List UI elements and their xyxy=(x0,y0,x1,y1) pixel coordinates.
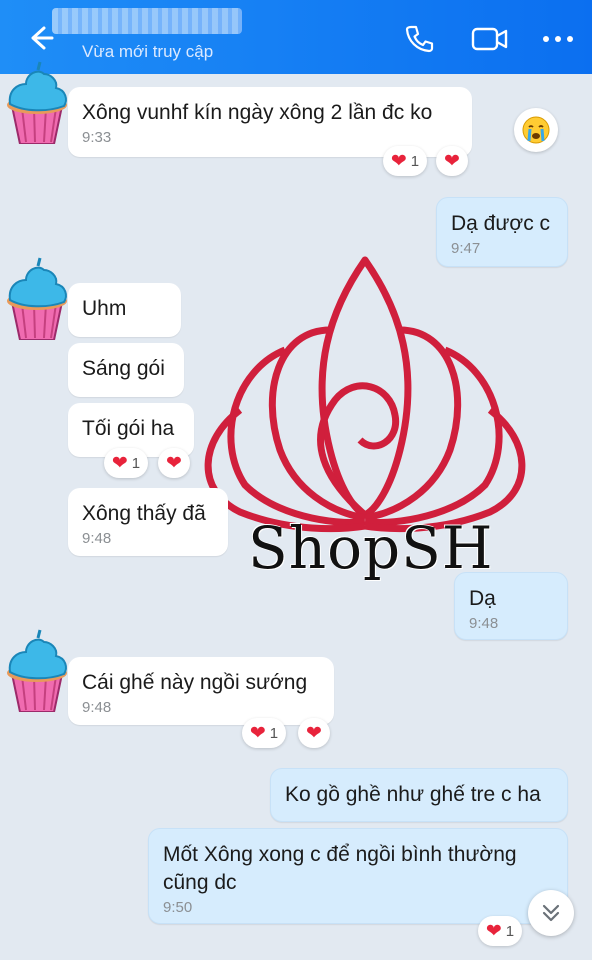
message-text: Dạ được c xyxy=(451,212,551,235)
message-text: Uhm xyxy=(82,297,127,320)
reaction-summary[interactable]: ❤ 1 xyxy=(478,916,522,946)
message-text: Tối gói ha xyxy=(82,417,175,440)
message-text: Ko gồ ghề như ghế tre c ha xyxy=(285,783,541,806)
heart-icon: ❤ xyxy=(306,722,322,744)
outgoing-message[interactable]: Dạ được c 9:47 xyxy=(436,197,568,267)
heart-icon: ❤ xyxy=(444,150,460,172)
heart-icon: ❤ xyxy=(111,452,128,474)
message-text: Sáng gói xyxy=(82,357,165,380)
message-text: Mốt Xông xong c để ngồi bình thường cũng… xyxy=(163,843,517,894)
chat-header: Vừa mới truy cập xyxy=(0,0,592,74)
heart-icon: ❤ xyxy=(485,920,502,942)
react-heart-button[interactable]: ❤ xyxy=(158,448,190,478)
video-camera-icon[interactable] xyxy=(470,22,510,56)
outgoing-message[interactable]: Mốt Xông xong c để ngồi bình thường cũng… xyxy=(148,828,568,924)
reaction-count: 1 xyxy=(505,922,515,940)
cupcake-avatar[interactable] xyxy=(4,60,70,144)
message-text: Xông vunhf kín ngày xông 2 lần đc ko xyxy=(82,101,433,124)
reaction-summary[interactable]: ❤ 1 xyxy=(383,146,427,176)
outgoing-message[interactable]: Ko gồ ghề như ghế tre c ha xyxy=(270,768,568,822)
reaction-summary[interactable]: ❤ 1 xyxy=(104,448,148,478)
message-time: 9:50 xyxy=(163,899,193,916)
message-time: 9:48 xyxy=(82,699,112,716)
outgoing-message[interactable]: Dạ 9:48 xyxy=(454,572,568,640)
message-text: Xông thấy đã xyxy=(82,502,206,525)
heart-icon: ❤ xyxy=(166,452,182,474)
more-dots-icon[interactable] xyxy=(540,22,576,56)
phone-icon[interactable] xyxy=(402,22,436,56)
message-time: 9:48 xyxy=(82,530,112,547)
message-time: 9:47 xyxy=(451,240,481,257)
contact-status: Vừa mới truy cập xyxy=(82,42,214,61)
cupcake-avatar[interactable] xyxy=(4,628,70,712)
message-time: 9:33 xyxy=(82,129,112,146)
contact-name-redacted[interactable] xyxy=(52,8,242,34)
incoming-message[interactable]: Xông thấy đã 9:48 xyxy=(68,488,228,556)
incoming-message[interactable]: Cái ghế này ngồi sướng 9:48 xyxy=(68,657,334,725)
watermark-text: ShopSH xyxy=(248,514,494,582)
scroll-to-bottom-button[interactable] xyxy=(528,890,574,936)
message-time: 9:48 xyxy=(469,615,499,632)
message-text: Dạ xyxy=(469,587,496,610)
heart-icon: ❤ xyxy=(249,722,266,744)
react-heart-button[interactable]: ❤ xyxy=(298,718,330,748)
reaction-count: 1 xyxy=(410,152,420,170)
react-heart-button[interactable]: ❤ xyxy=(436,146,468,176)
incoming-message[interactable]: Uhm xyxy=(68,283,181,337)
reaction-summary[interactable]: ❤ 1 xyxy=(242,718,286,748)
reaction-count: 1 xyxy=(131,454,141,472)
cupcake-avatar[interactable] xyxy=(4,256,70,340)
heart-icon: ❤ xyxy=(390,150,407,172)
reaction-emoji-button[interactable] xyxy=(514,108,558,152)
double-chevron-down-icon xyxy=(542,904,560,922)
crying-face-icon xyxy=(522,116,550,144)
message-text: Cái ghế này ngồi sướng xyxy=(82,671,308,694)
reaction-count: 1 xyxy=(269,724,279,742)
incoming-message[interactable]: Sáng gói xyxy=(68,343,184,397)
